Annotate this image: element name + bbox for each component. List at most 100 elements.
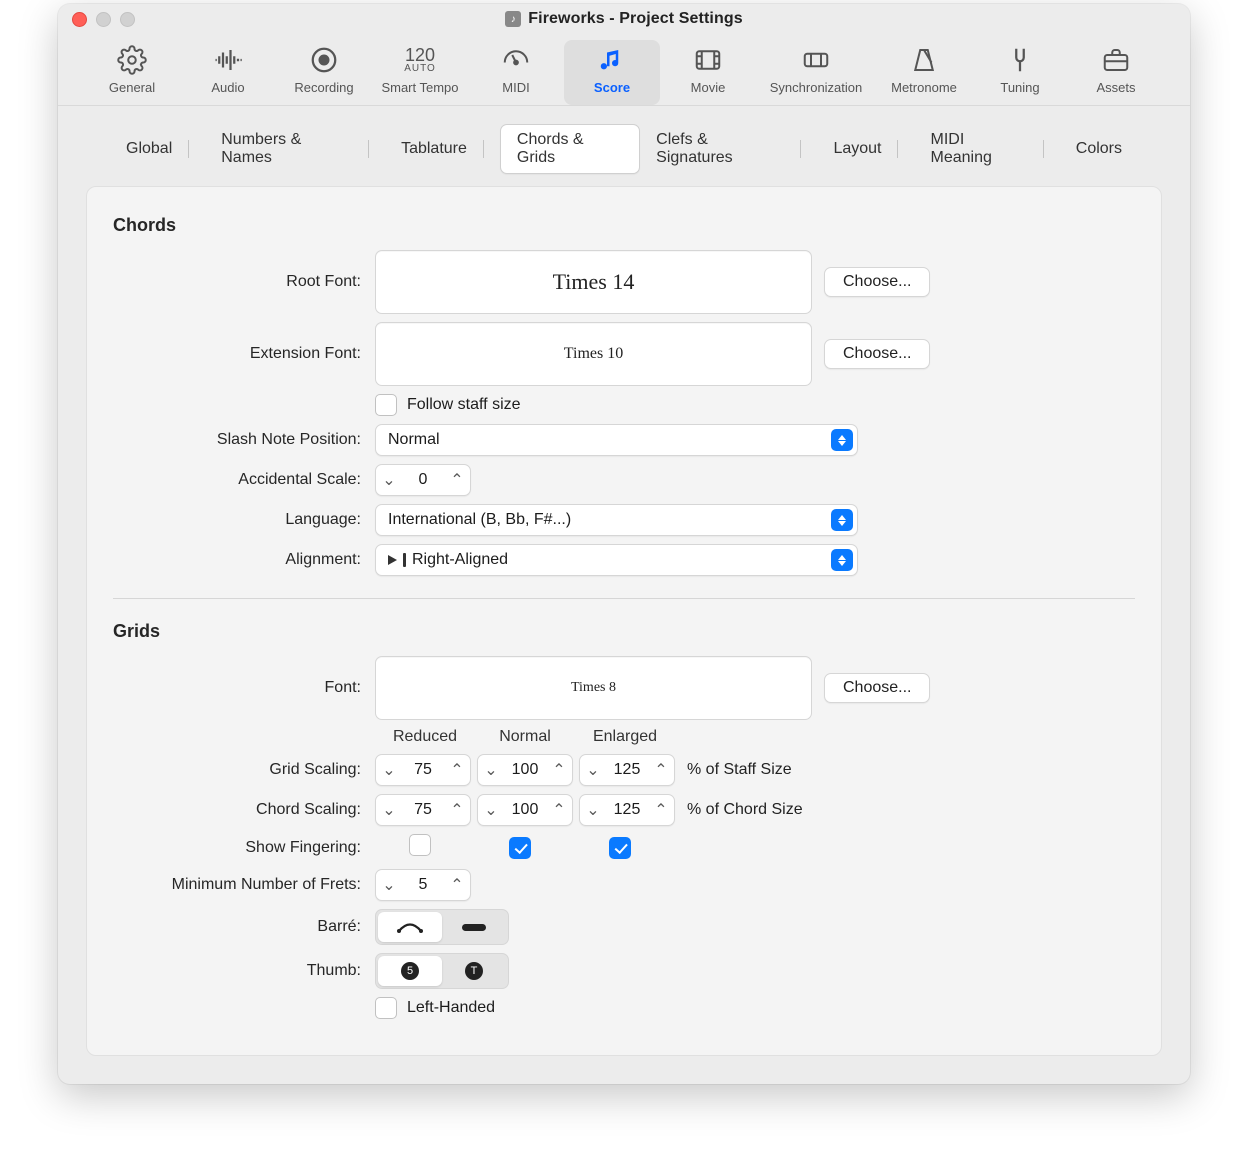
select-caret-icon bbox=[831, 429, 853, 451]
toolbar-item-assets[interactable]: Assets bbox=[1068, 40, 1164, 105]
left-handed-checkbox[interactable] bbox=[375, 997, 397, 1019]
toolbar-label: General bbox=[109, 80, 155, 95]
follow-staff-size-checkbox[interactable] bbox=[375, 394, 397, 416]
grid-scaling-reduced-stepper[interactable]: ⌄75⌃ bbox=[375, 754, 471, 786]
select-caret-icon bbox=[831, 509, 853, 531]
film-icon bbox=[692, 44, 724, 76]
notes-icon bbox=[596, 44, 628, 76]
close-window-button[interactable] bbox=[72, 12, 87, 27]
toolbar-item-sync[interactable]: Synchronization bbox=[756, 40, 876, 105]
record-icon bbox=[308, 44, 340, 76]
extension-font-label: Extension Font: bbox=[113, 345, 375, 363]
column-header-reduced: Reduced bbox=[375, 728, 475, 746]
accidental-scale-label: Accidental Scale: bbox=[113, 471, 375, 489]
toolbar-label: Score bbox=[594, 80, 630, 95]
chord-scaling-enlarged-stepper[interactable]: ⌄125⌃ bbox=[579, 794, 675, 826]
app-icon: ♪ bbox=[505, 11, 521, 27]
sub-tabs: Global Numbers & Names Tablature Chords … bbox=[58, 106, 1190, 174]
content-pane: Chords Root Font: Times 14 Choose... Ext… bbox=[86, 186, 1162, 1056]
grid-font-preview: Times 8 bbox=[375, 656, 812, 720]
grids-section-title: Grids bbox=[113, 621, 1135, 642]
toolbar-label: MIDI bbox=[502, 80, 529, 95]
alignment-label: Alignment: bbox=[113, 551, 375, 569]
chord-scaling-reduced-stepper[interactable]: ⌄75⌃ bbox=[375, 794, 471, 826]
root-font-choose-button[interactable]: Choose... bbox=[824, 267, 930, 297]
settings-window: ♪ Fireworks - Project Settings General A… bbox=[58, 4, 1190, 1084]
tempo-icon: 120 AUTO bbox=[404, 44, 436, 76]
tab-layout[interactable]: Layout bbox=[817, 134, 914, 164]
tab-midi-meaning[interactable]: MIDI Meaning bbox=[914, 125, 1059, 173]
tab-clefs-signatures[interactable]: Clefs & Signatures bbox=[640, 125, 817, 173]
chord-scaling-suffix: % of Chord Size bbox=[687, 801, 803, 819]
tab-chords-grids[interactable]: Chords & Grids bbox=[500, 124, 640, 174]
toolbar-label: Assets bbox=[1096, 80, 1135, 95]
gauge-icon bbox=[500, 44, 532, 76]
tab-colors[interactable]: Colors bbox=[1060, 134, 1138, 164]
sync-icon bbox=[800, 44, 832, 76]
toolbar-label: Audio bbox=[211, 80, 244, 95]
alignment-select[interactable]: Right-Aligned bbox=[375, 544, 858, 576]
left-handed-label: Left-Handed bbox=[407, 999, 495, 1017]
toolbar-item-audio[interactable]: Audio bbox=[180, 40, 276, 105]
toolbar-item-metronome[interactable]: Metronome bbox=[876, 40, 972, 105]
select-caret-icon bbox=[831, 549, 853, 571]
column-header-normal: Normal bbox=[475, 728, 575, 746]
extension-font-choose-button[interactable]: Choose... bbox=[824, 339, 930, 369]
grid-scaling-label: Grid Scaling: bbox=[113, 761, 375, 779]
chord-scaling-label: Chord Scaling: bbox=[113, 801, 375, 819]
window-title: Fireworks - Project Settings bbox=[528, 10, 742, 28]
toolbar-item-recording[interactable]: Recording bbox=[276, 40, 372, 105]
language-label: Language: bbox=[113, 511, 375, 529]
min-frets-stepper[interactable]: ⌄5⌃ bbox=[375, 869, 471, 901]
chords-section-title: Chords bbox=[113, 215, 1135, 236]
toolbar-item-tuning[interactable]: Tuning bbox=[972, 40, 1068, 105]
tuning-fork-icon bbox=[1004, 44, 1036, 76]
show-fingering-reduced-checkbox[interactable] bbox=[409, 834, 431, 856]
slash-note-select[interactable]: Normal bbox=[375, 424, 858, 456]
grid-scaling-normal-stepper[interactable]: ⌄100⌃ bbox=[477, 754, 573, 786]
right-align-icon bbox=[388, 553, 406, 567]
min-frets-label: Minimum Number of Frets: bbox=[113, 876, 375, 894]
grid-font-choose-button[interactable]: Choose... bbox=[824, 673, 930, 703]
grid-scaling-enlarged-stepper[interactable]: ⌄125⌃ bbox=[579, 754, 675, 786]
toolbar-label: Tuning bbox=[1000, 80, 1039, 95]
thumb-option-t[interactable]: T bbox=[442, 956, 506, 986]
accidental-scale-stepper[interactable]: ⌄ 0 ⌃ bbox=[375, 464, 471, 496]
tab-numbers-names[interactable]: Numbers & Names bbox=[205, 125, 385, 173]
thumb-option-5[interactable]: 5 bbox=[378, 956, 442, 986]
language-select[interactable]: International (B, Bb, F#...) bbox=[375, 504, 858, 536]
toolbar-item-midi[interactable]: MIDI bbox=[468, 40, 564, 105]
toolbar-label: Synchronization bbox=[770, 80, 863, 95]
toolbar-item-score[interactable]: Score bbox=[564, 40, 660, 105]
tab-global[interactable]: Global bbox=[110, 134, 205, 164]
toolbar-label: Movie bbox=[691, 80, 726, 95]
section-divider bbox=[113, 598, 1135, 599]
slash-note-label: Slash Note Position: bbox=[113, 431, 375, 449]
toolbar-label: Smart Tempo bbox=[381, 80, 458, 95]
column-header-enlarged: Enlarged bbox=[575, 728, 675, 746]
maximize-window-button[interactable] bbox=[120, 12, 135, 27]
root-font-label: Root Font: bbox=[113, 273, 375, 291]
toolbar-label: Metronome bbox=[891, 80, 957, 95]
titlebar: ♪ Fireworks - Project Settings bbox=[58, 4, 1190, 34]
gear-icon bbox=[116, 44, 148, 76]
stepper-down-icon[interactable]: ⌄ bbox=[376, 470, 402, 490]
toolbar-item-general[interactable]: General bbox=[84, 40, 180, 105]
toolbar-item-smart-tempo[interactable]: 120 AUTO Smart Tempo bbox=[372, 40, 468, 105]
minimize-window-button[interactable] bbox=[96, 12, 111, 27]
barre-option-arc[interactable] bbox=[378, 912, 442, 942]
show-fingering-enlarged-checkbox[interactable] bbox=[609, 837, 631, 859]
tab-tablature[interactable]: Tablature bbox=[385, 134, 500, 164]
root-font-preview: Times 14 bbox=[375, 250, 812, 314]
toolbar-item-movie[interactable]: Movie bbox=[660, 40, 756, 105]
stepper-up-icon[interactable]: ⌃ bbox=[444, 470, 470, 490]
thumb-segment[interactable]: 5 T bbox=[375, 953, 509, 989]
chord-scaling-normal-stepper[interactable]: ⌄100⌃ bbox=[477, 794, 573, 826]
toolbar-label: Recording bbox=[294, 80, 353, 95]
show-fingering-label: Show Fingering: bbox=[113, 839, 375, 857]
metronome-icon bbox=[908, 44, 940, 76]
barre-segment[interactable] bbox=[375, 909, 509, 945]
barre-option-bar[interactable] bbox=[442, 912, 506, 942]
waveform-icon bbox=[212, 44, 244, 76]
show-fingering-normal-checkbox[interactable] bbox=[509, 837, 531, 859]
